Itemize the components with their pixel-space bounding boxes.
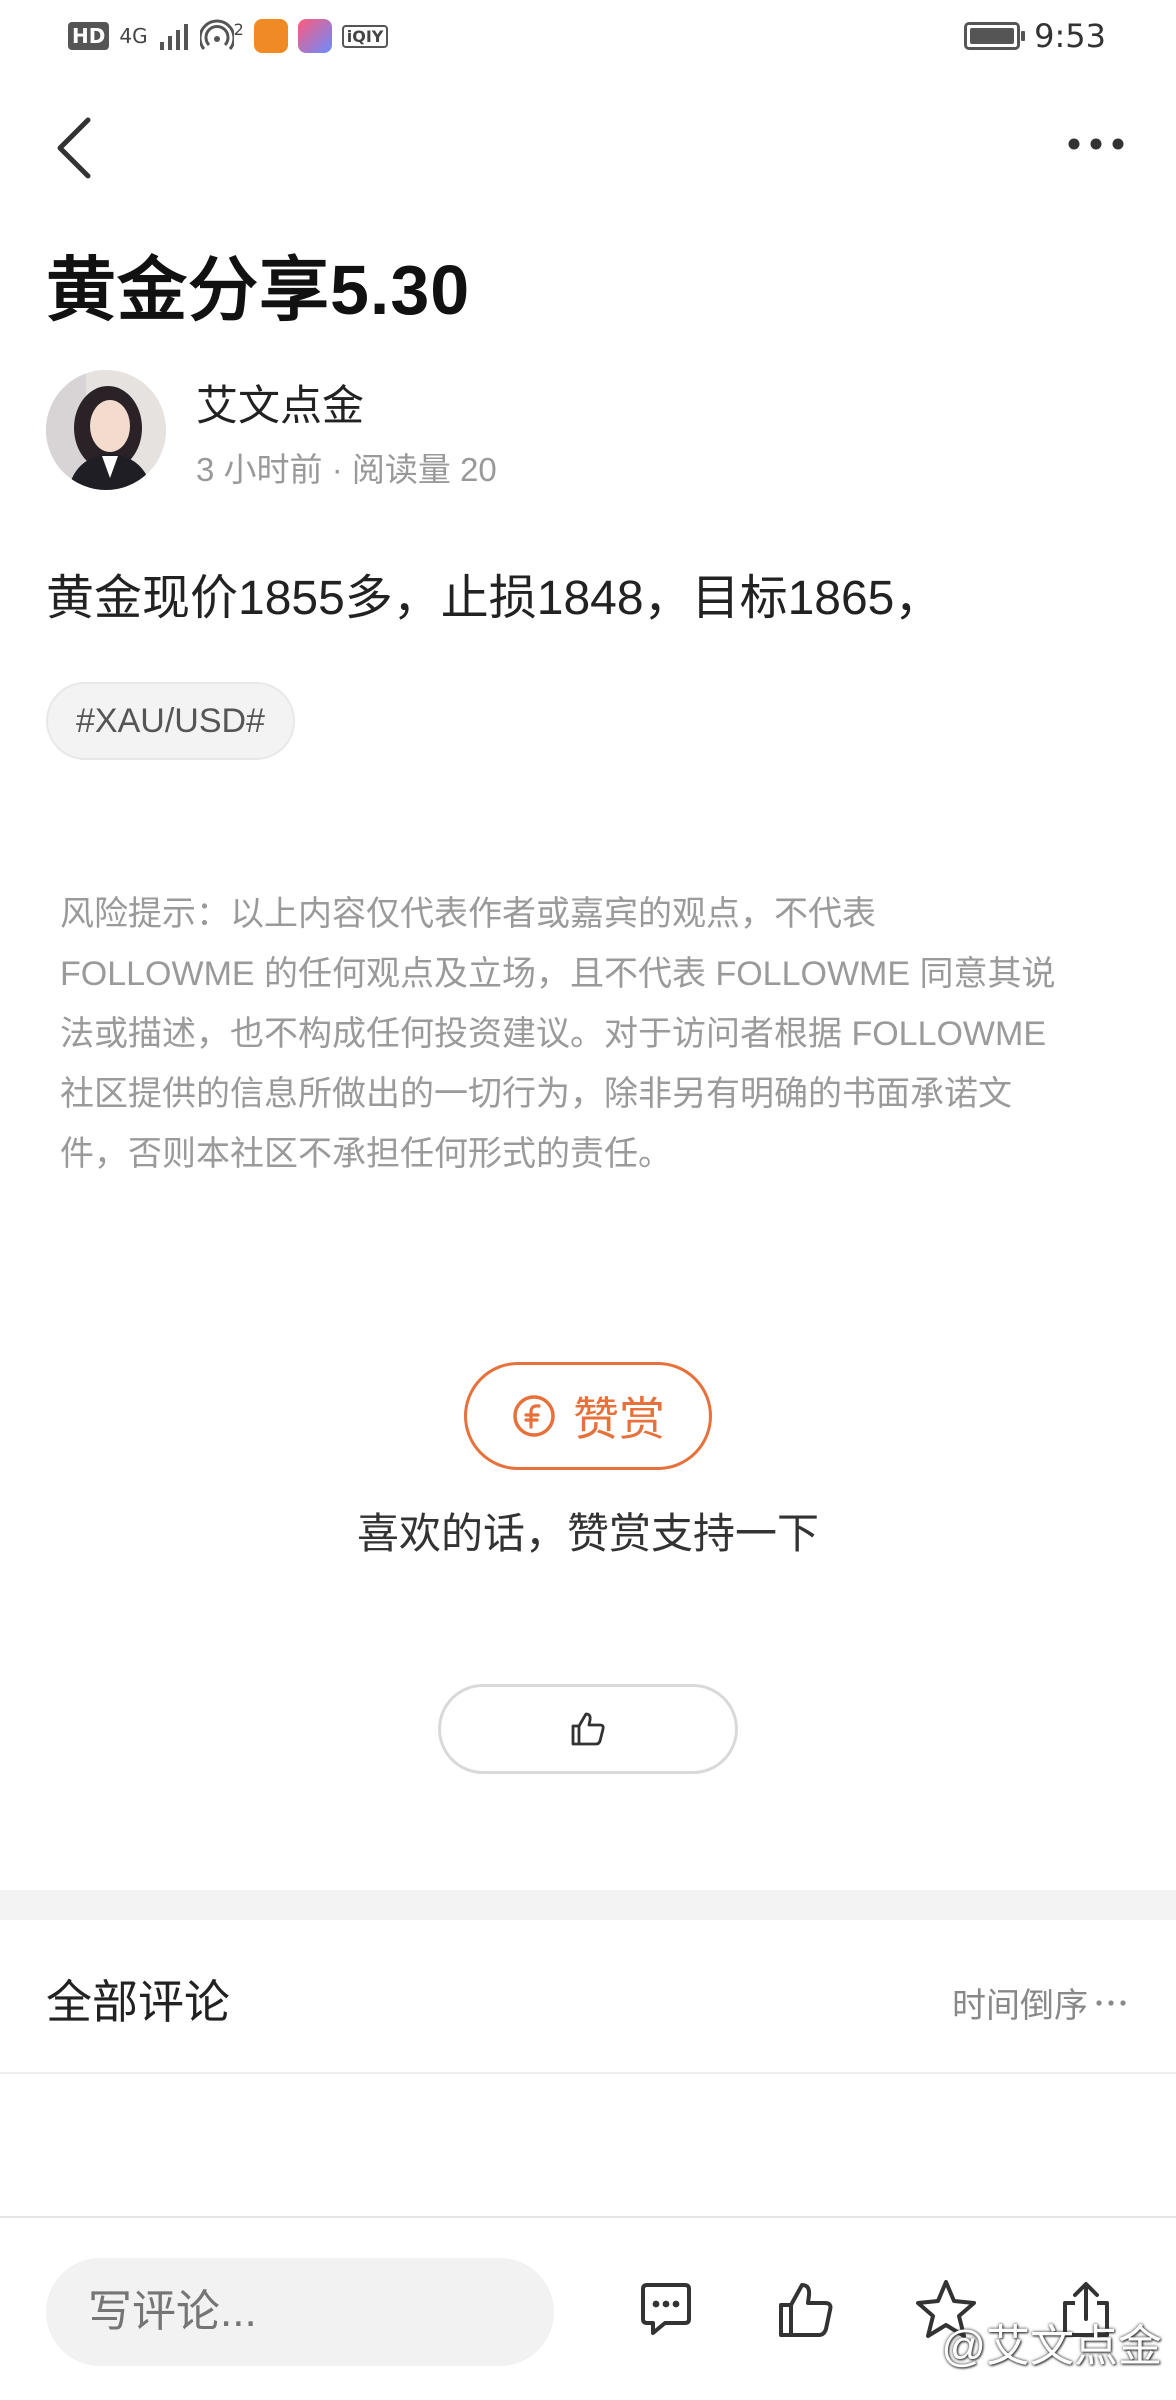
- battery-icon: [964, 22, 1026, 50]
- more-button[interactable]: [1056, 124, 1136, 174]
- thumbs-up-icon: [779, 2283, 833, 2337]
- network-indicator: 4G: [119, 24, 148, 48]
- more-horizontal-icon: [1068, 138, 1124, 150]
- more-horizontal-icon: [1096, 1999, 1126, 2006]
- back-button[interactable]: [46, 108, 106, 188]
- risk-notice-line: FOLLOWME 的任何观点及立场，且不代表 FOLLOWME 同意其说: [60, 955, 1056, 993]
- avatar-image: [46, 370, 166, 490]
- reward-hint: 喜欢的话，赞赏支持一下: [356, 1510, 819, 1557]
- comment-button[interactable]: [626, 2270, 706, 2350]
- risk-notice-line: 法或描述，也不构成任何投资建议。对于访问者根据 FOLLOWME: [60, 1015, 1047, 1053]
- coin-icon: [513, 1395, 555, 1437]
- post-title: 黄金分享5.30: [46, 251, 471, 329]
- comments-title: 全部评论: [46, 1976, 230, 2028]
- topic-tag[interactable]: #XAU/USD#: [46, 682, 295, 760]
- divider: [0, 2072, 1176, 2074]
- app-notification-icon-2: [297, 19, 332, 53]
- risk-notice: 风险提示：以上内容仅代表作者或嘉宾的观点，不代表 FOLLOWME 的任何观点及…: [60, 884, 1100, 1184]
- iqiyi-icon: iQIY: [341, 24, 389, 48]
- sort-button[interactable]: 时间倒序: [952, 1978, 1128, 2027]
- reward-button-label: 赞赏: [573, 1393, 665, 1445]
- clock: 9:53: [1034, 17, 1106, 55]
- signal-icon: [159, 24, 188, 50]
- status-bar: HD 4G 2 iQIY 9:53: [0, 0, 1176, 72]
- bottom-bar-divider: [0, 2216, 1176, 2218]
- avatar[interactable]: [46, 370, 166, 490]
- post-meta: 3 小时前 · 阅读量 20: [196, 451, 497, 488]
- risk-notice-line: 风险提示：以上内容仅代表作者或嘉宾的观点，不代表: [60, 895, 876, 933]
- hotspot-count: 2: [233, 19, 244, 39]
- status-icons-right: 9:53: [964, 16, 1106, 56]
- chevron-left-icon: [57, 117, 91, 179]
- section-divider: [0, 1890, 1176, 1920]
- like-button[interactable]: [438, 1684, 738, 1774]
- watermark: @艾文点金: [941, 2322, 1162, 2371]
- thumbs-up-icon: [571, 1712, 605, 1746]
- status-icons-left: HD 4G 2 iQIY: [68, 18, 389, 54]
- author-name[interactable]: 艾文点金: [196, 372, 364, 433]
- reward-button[interactable]: 赞赏: [464, 1362, 712, 1470]
- risk-notice-line: 社区提供的信息所做出的一切行为，除非另有明确的书面承诺文: [60, 1075, 1012, 1113]
- hotspot-icon: [199, 19, 234, 50]
- comment-icon: [641, 2283, 691, 2335]
- like-bottom-button[interactable]: [766, 2270, 846, 2350]
- app-notification-icon: [253, 19, 288, 53]
- comment-input[interactable]: [46, 2258, 554, 2366]
- sort-label: 时间倒序: [952, 1987, 1088, 2025]
- risk-notice-line: 件，否则本社区不承担任何形式的责任。: [60, 1135, 672, 1173]
- post-content: 黄金现价1855多，止损1848，目标1865，: [46, 572, 943, 625]
- hd-indicator: HD: [68, 22, 110, 50]
